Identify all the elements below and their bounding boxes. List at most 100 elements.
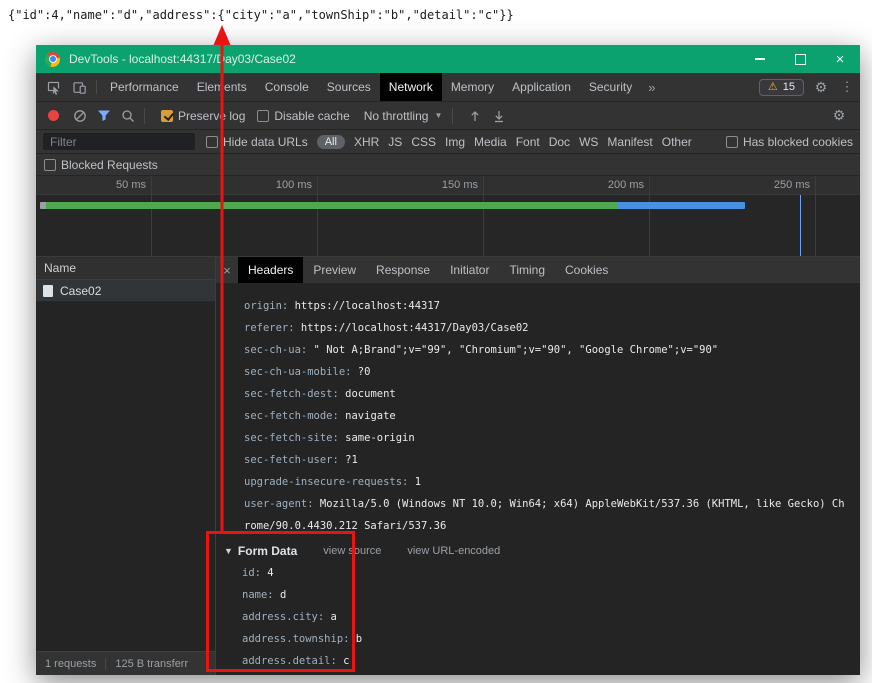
export-har-icon[interactable] [487, 109, 511, 123]
details-tab-initiator[interactable]: Initiator [440, 257, 499, 283]
type-filter-font[interactable]: Font [516, 135, 540, 149]
gridline [649, 176, 650, 256]
tab-console[interactable]: Console [256, 73, 318, 101]
type-filter-ws[interactable]: WS [579, 135, 598, 149]
blocked-requests-label: Blocked Requests [61, 157, 158, 172]
request-header-line: sec-ch-ua-mobile: ?0 [216, 361, 860, 383]
throttling-select[interactable]: No throttling ▼ [364, 109, 443, 123]
form-data-param: address.detail: c [216, 650, 860, 672]
gridline [483, 176, 484, 256]
type-filter-xhr[interactable]: XHR [354, 135, 379, 149]
devtools-window: DevTools - localhost:44317/Day03/Case02 … [36, 45, 860, 675]
tick-label: 100 ms [275, 179, 312, 191]
preserve-log-checkbox[interactable]: Preserve log [161, 109, 245, 123]
summary-bar: 1 requests 125 B transferr [36, 651, 215, 675]
window-title: DevTools - localhost:44317/Day03/Case02 [69, 52, 296, 66]
details-tab-headers[interactable]: Headers [238, 257, 304, 283]
has-blocked-cookies-label: Has blocked cookies [742, 134, 853, 149]
type-filter-other[interactable]: Other [662, 135, 692, 149]
type-filter-js[interactable]: JS [388, 135, 402, 149]
close-button[interactable]: × [820, 45, 860, 73]
tab-memory[interactable]: Memory [442, 73, 503, 101]
checkbox-unchecked-icon [206, 135, 218, 148]
record-icon[interactable] [48, 110, 59, 121]
details-tabbar: × Headers Preview Response Initiator Tim… [216, 257, 860, 284]
request-header-line: sec-fetch-site: same-origin [216, 427, 860, 449]
close-details-icon[interactable]: × [216, 257, 238, 283]
device-toolbar-icon[interactable] [66, 73, 92, 101]
devtools-tabbar: Performance Elements Console Sources Net… [36, 73, 860, 102]
param-value: c [343, 655, 350, 667]
requests-count: 1 requests [45, 657, 97, 670]
request-header-line: sec-ch-ua: " Not A;Brand";v="99", "Chrom… [216, 339, 860, 361]
header-value: ?1 [345, 454, 358, 466]
filter-input[interactable] [43, 133, 195, 150]
minimize-button[interactable] [740, 45, 780, 73]
timeline-download-segment [618, 202, 745, 209]
blocked-requests-checkbox[interactable]: Blocked Requests [44, 158, 158, 172]
header-name: upgrade-insecure-requests: [244, 476, 409, 488]
network-settings-gear-icon[interactable]: ⚙ [826, 107, 852, 124]
name-column-label: Name [44, 261, 77, 275]
view-url-encoded-link[interactable]: view URL-encoded [407, 545, 500, 557]
timeline-overview[interactable]: 50 ms 100 ms 150 ms 200 ms 250 ms [36, 176, 860, 257]
transferred-size: 125 B transferr [115, 657, 189, 670]
disable-cache-checkbox[interactable]: Disable cache [257, 109, 350, 123]
import-har-icon[interactable] [463, 109, 487, 123]
details-tab-timing[interactable]: Timing [499, 257, 555, 283]
type-filter-css[interactable]: CSS [411, 135, 436, 149]
tab-performance[interactable]: Performance [101, 73, 188, 101]
filter-funnel-icon[interactable] [92, 109, 116, 122]
disclosure-triangle-icon[interactable]: ▼ [224, 546, 233, 556]
tab-sources[interactable]: Sources [318, 73, 380, 101]
form-data-title[interactable]: Form Data [238, 544, 297, 558]
param-value: 4 [267, 567, 274, 579]
tab-elements[interactable]: Elements [188, 73, 256, 101]
gridline [815, 176, 816, 256]
header-name: origin: [244, 300, 289, 312]
search-icon[interactable] [116, 109, 140, 123]
details-tab-preview[interactable]: Preview [303, 257, 366, 283]
tab-security[interactable]: Security [580, 73, 641, 101]
type-filter-all[interactable]: All [316, 134, 345, 149]
tick-label: 50 ms [116, 179, 146, 191]
header-name: sec-fetch-user: [244, 454, 339, 466]
kebab-menu-icon[interactable]: ⋮ [834, 73, 860, 101]
header-value: Mozilla/5.0 (Windows NT 10.0; Win64; x64… [244, 498, 845, 532]
details-tab-cookies[interactable]: Cookies [555, 257, 618, 283]
tick-label: 250 ms [773, 179, 810, 191]
request-row-case02[interactable]: Case02 [36, 280, 215, 302]
preserve-log-label: Preserve log [178, 108, 246, 123]
inspect-element-icon[interactable] [40, 73, 66, 101]
type-filter-manifest[interactable]: Manifest [607, 135, 652, 149]
more-tabs-chevron-icon[interactable]: » [641, 73, 662, 101]
maximize-button[interactable] [780, 45, 820, 73]
issues-badge[interactable]: ⚠ 15 [758, 78, 804, 96]
hide-data-urls-checkbox[interactable]: Hide data URLs [206, 135, 308, 149]
summary-separator [105, 657, 107, 670]
type-filter-img[interactable]: Img [445, 135, 465, 149]
requests-panel: Name Case02 1 requests 125 B transferr [36, 257, 216, 675]
name-column-header[interactable]: Name [36, 257, 215, 280]
request-header-line: sec-fetch-user: ?1 [216, 449, 860, 471]
form-data-header: ▼ Form Data view source view URL-encoded [216, 540, 860, 562]
hide-data-urls-label: Hide data URLs [223, 134, 308, 149]
type-filter-doc[interactable]: Doc [549, 135, 570, 149]
tab-application[interactable]: Application [503, 73, 580, 101]
details-tab-response[interactable]: Response [366, 257, 440, 283]
has-blocked-cookies-checkbox[interactable]: Has blocked cookies [725, 134, 853, 149]
view-source-link[interactable]: view source [323, 545, 381, 557]
tab-network[interactable]: Network [379, 73, 442, 101]
network-toolbar: Preserve log Disable cache No throttling… [36, 102, 860, 130]
gridline [151, 176, 152, 256]
request-header-line: origin: https://localhost:44317 [216, 295, 860, 317]
checkbox-checked-icon [161, 109, 173, 122]
header-value: " Not A;Brand";v="99", "Chromium";v="90"… [313, 344, 719, 356]
settings-gear-icon[interactable]: ⚙ [808, 73, 834, 101]
param-value: b [355, 633, 363, 645]
clear-icon[interactable] [68, 109, 92, 123]
toolbar-separator [96, 80, 97, 94]
throttling-value: No throttling [363, 108, 429, 123]
headers-body: origin: https://localhost:44317 referer:… [216, 284, 860, 675]
type-filter-media[interactable]: Media [474, 135, 507, 149]
